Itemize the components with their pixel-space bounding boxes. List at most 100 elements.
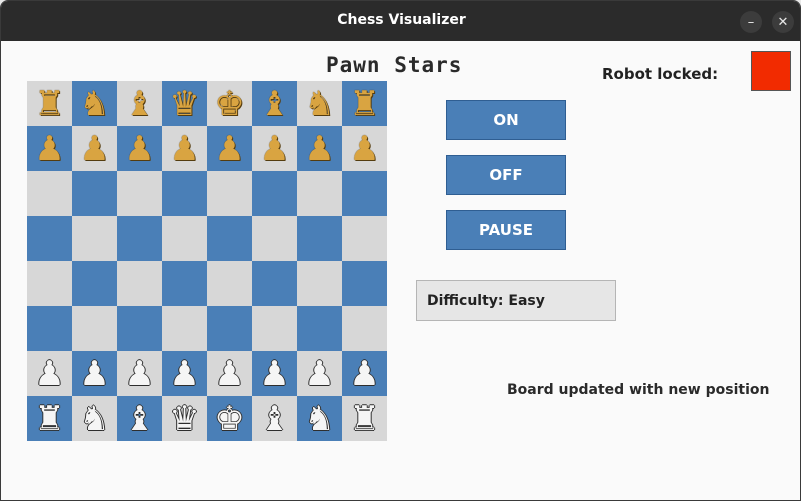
black-pawn-icon[interactable]: ♟ bbox=[349, 132, 379, 166]
square-f1[interactable]: ♝ bbox=[252, 396, 297, 441]
white-pawn-icon[interactable]: ♟ bbox=[124, 357, 154, 391]
square-g5[interactable] bbox=[297, 216, 342, 261]
square-f2[interactable]: ♟ bbox=[252, 351, 297, 396]
minimize-button[interactable]: – bbox=[740, 11, 762, 33]
square-c3[interactable] bbox=[117, 306, 162, 351]
square-h2[interactable]: ♟ bbox=[342, 351, 387, 396]
black-pawn-icon[interactable]: ♟ bbox=[79, 132, 109, 166]
square-d7[interactable]: ♟ bbox=[162, 126, 207, 171]
white-bishop-icon[interactable]: ♝ bbox=[259, 402, 289, 436]
square-b8[interactable]: ♞ bbox=[72, 81, 117, 126]
square-c8[interactable]: ♝ bbox=[117, 81, 162, 126]
square-a2[interactable]: ♟ bbox=[27, 351, 72, 396]
square-h5[interactable] bbox=[342, 216, 387, 261]
square-d4[interactable] bbox=[162, 261, 207, 306]
square-e8[interactable]: ♚ bbox=[207, 81, 252, 126]
square-c5[interactable] bbox=[117, 216, 162, 261]
black-queen-icon[interactable]: ♛ bbox=[169, 87, 199, 121]
square-b5[interactable] bbox=[72, 216, 117, 261]
black-pawn-icon[interactable]: ♟ bbox=[124, 132, 154, 166]
square-g4[interactable] bbox=[297, 261, 342, 306]
white-king-icon[interactable]: ♚ bbox=[214, 402, 244, 436]
square-b3[interactable] bbox=[72, 306, 117, 351]
white-pawn-icon[interactable]: ♟ bbox=[34, 357, 64, 391]
square-a6[interactable] bbox=[27, 171, 72, 216]
square-a7[interactable]: ♟ bbox=[27, 126, 72, 171]
square-d6[interactable] bbox=[162, 171, 207, 216]
square-f3[interactable] bbox=[252, 306, 297, 351]
black-knight-icon[interactable]: ♞ bbox=[304, 87, 334, 121]
square-f7[interactable]: ♟ bbox=[252, 126, 297, 171]
square-h1[interactable]: ♜ bbox=[342, 396, 387, 441]
square-f5[interactable] bbox=[252, 216, 297, 261]
black-pawn-icon[interactable]: ♟ bbox=[34, 132, 64, 166]
square-e3[interactable] bbox=[207, 306, 252, 351]
black-knight-icon[interactable]: ♞ bbox=[79, 87, 109, 121]
black-pawn-icon[interactable]: ♟ bbox=[304, 132, 334, 166]
square-g6[interactable] bbox=[297, 171, 342, 216]
square-c6[interactable] bbox=[117, 171, 162, 216]
square-e5[interactable] bbox=[207, 216, 252, 261]
square-a1[interactable]: ♜ bbox=[27, 396, 72, 441]
white-pawn-icon[interactable]: ♟ bbox=[304, 357, 334, 391]
black-bishop-icon[interactable]: ♝ bbox=[259, 87, 289, 121]
square-h3[interactable] bbox=[342, 306, 387, 351]
square-b7[interactable]: ♟ bbox=[72, 126, 117, 171]
on-button[interactable]: ON bbox=[446, 100, 566, 140]
black-rook-icon[interactable]: ♜ bbox=[34, 87, 64, 121]
square-g3[interactable] bbox=[297, 306, 342, 351]
black-rook-icon[interactable]: ♜ bbox=[349, 87, 379, 121]
square-h8[interactable]: ♜ bbox=[342, 81, 387, 126]
white-pawn-icon[interactable]: ♟ bbox=[259, 357, 289, 391]
square-d2[interactable]: ♟ bbox=[162, 351, 207, 396]
square-e2[interactable]: ♟ bbox=[207, 351, 252, 396]
square-g1[interactable]: ♞ bbox=[297, 396, 342, 441]
black-king-icon[interactable]: ♚ bbox=[214, 87, 244, 121]
square-c2[interactable]: ♟ bbox=[117, 351, 162, 396]
square-c7[interactable]: ♟ bbox=[117, 126, 162, 171]
black-pawn-icon[interactable]: ♟ bbox=[214, 132, 244, 166]
square-a8[interactable]: ♜ bbox=[27, 81, 72, 126]
white-queen-icon[interactable]: ♛ bbox=[169, 402, 199, 436]
square-a5[interactable] bbox=[27, 216, 72, 261]
square-g7[interactable]: ♟ bbox=[297, 126, 342, 171]
black-pawn-icon[interactable]: ♟ bbox=[169, 132, 199, 166]
white-pawn-icon[interactable]: ♟ bbox=[79, 357, 109, 391]
white-pawn-icon[interactable]: ♟ bbox=[214, 357, 244, 391]
white-pawn-icon[interactable]: ♟ bbox=[169, 357, 199, 391]
square-d3[interactable] bbox=[162, 306, 207, 351]
close-button[interactable]: ✕ bbox=[772, 11, 794, 33]
off-button[interactable]: OFF bbox=[446, 155, 566, 195]
square-f4[interactable] bbox=[252, 261, 297, 306]
square-f8[interactable]: ♝ bbox=[252, 81, 297, 126]
black-pawn-icon[interactable]: ♟ bbox=[259, 132, 289, 166]
square-d5[interactable] bbox=[162, 216, 207, 261]
square-d1[interactable]: ♛ bbox=[162, 396, 207, 441]
square-h7[interactable]: ♟ bbox=[342, 126, 387, 171]
square-b1[interactable]: ♞ bbox=[72, 396, 117, 441]
difficulty-selector[interactable]: Difficulty: Easy bbox=[416, 280, 616, 321]
pause-button[interactable]: PAUSE bbox=[446, 210, 566, 250]
white-rook-icon[interactable]: ♜ bbox=[349, 402, 379, 436]
square-b6[interactable] bbox=[72, 171, 117, 216]
square-h4[interactable] bbox=[342, 261, 387, 306]
square-c1[interactable]: ♝ bbox=[117, 396, 162, 441]
square-b4[interactable] bbox=[72, 261, 117, 306]
white-rook-icon[interactable]: ♜ bbox=[34, 402, 64, 436]
square-g8[interactable]: ♞ bbox=[297, 81, 342, 126]
square-e4[interactable] bbox=[207, 261, 252, 306]
chess-board[interactable]: ♜ ♞ ♝ ♛ ♚ ♝ ♞ ♜ ♟ ♟ ♟ ♟ ♟ ♟ ♟ ♟ ♟ ♟ ♟ ♟ ♟ ♟ ♟ ♟ ♜ ♞ ♝ ♛ ♚ ♝ ♞ ♜ bbox=[27, 81, 387, 441]
square-e1[interactable]: ♚ bbox=[207, 396, 252, 441]
black-bishop-icon[interactable]: ♝ bbox=[124, 87, 154, 121]
square-f6[interactable] bbox=[252, 171, 297, 216]
white-pawn-icon[interactable]: ♟ bbox=[349, 357, 379, 391]
square-g2[interactable]: ♟ bbox=[297, 351, 342, 396]
square-e6[interactable] bbox=[207, 171, 252, 216]
white-knight-icon[interactable]: ♞ bbox=[79, 402, 109, 436]
square-d8[interactable]: ♛ bbox=[162, 81, 207, 126]
square-a4[interactable] bbox=[27, 261, 72, 306]
square-a3[interactable] bbox=[27, 306, 72, 351]
square-b2[interactable]: ♟ bbox=[72, 351, 117, 396]
square-c4[interactable] bbox=[117, 261, 162, 306]
square-h6[interactable] bbox=[342, 171, 387, 216]
